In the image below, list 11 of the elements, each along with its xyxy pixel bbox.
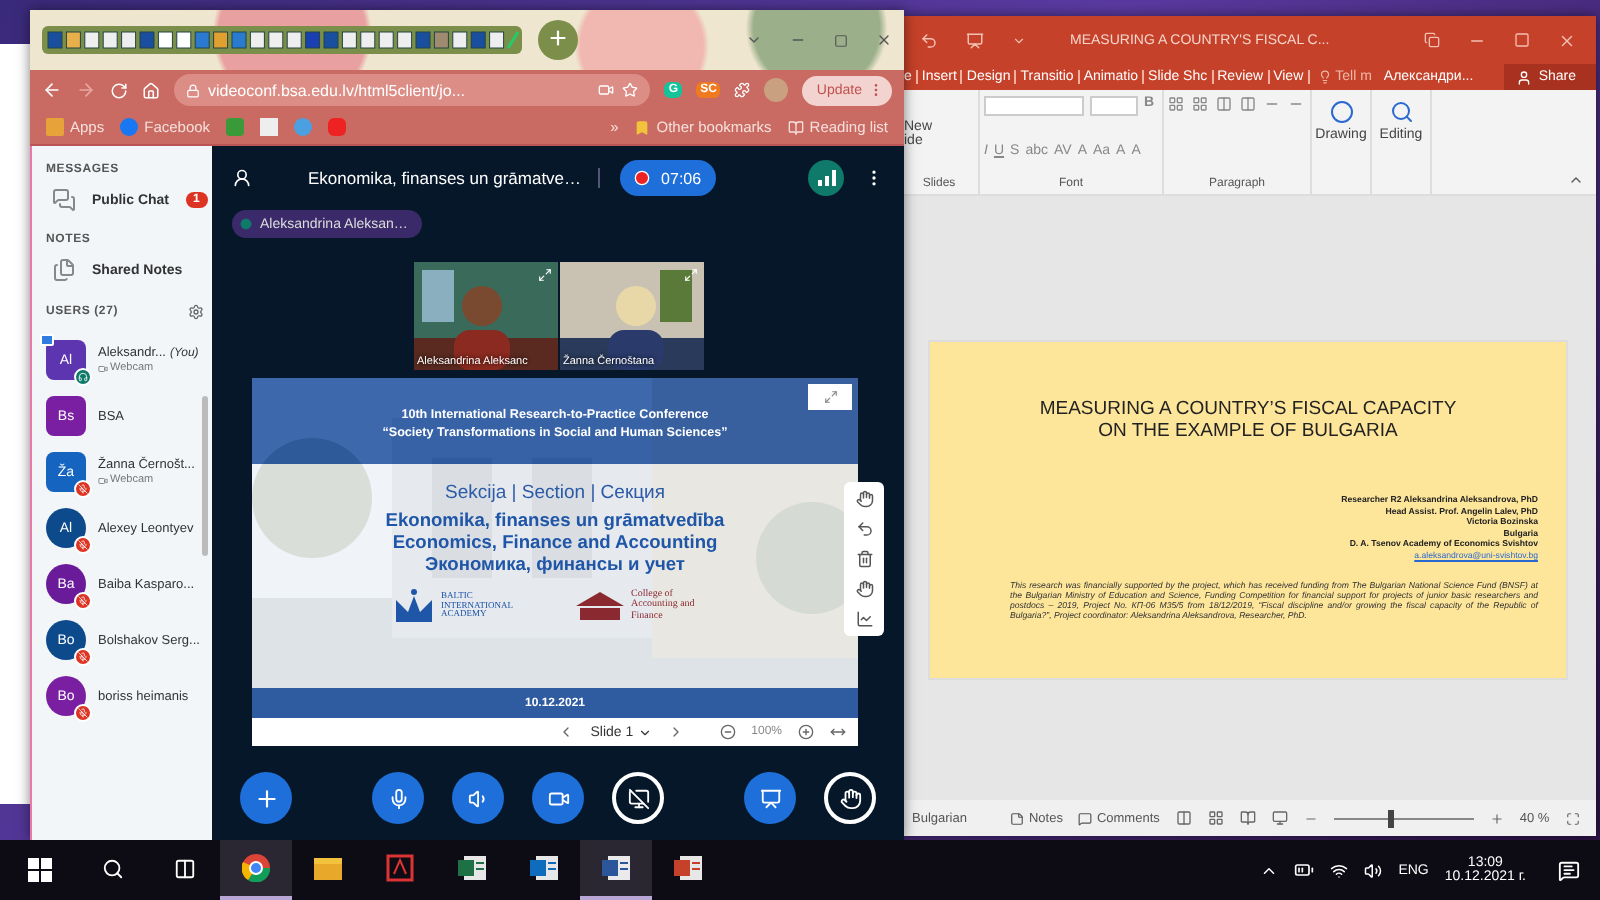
section-title: Экономика, финансы и учет xyxy=(425,554,685,574)
recording-indicator[interactable]: 07:06 xyxy=(619,160,716,196)
new-tab-button[interactable]: + xyxy=(538,20,578,60)
section-label: Sekcija | Section | Секция xyxy=(445,482,665,504)
section-title: Economics, Finance and Accounting xyxy=(392,532,718,552)
url-text: videoconf.bsa.edu.lv/html5client/jo... xyxy=(208,81,468,99)
slide-title: ON THE EXAMPLE OF BULGARIA xyxy=(1098,420,1398,442)
section-title: Ekonomika, finanses un grāmatvedība xyxy=(385,510,725,530)
meeting-title: Ekonomika, finanses un grāmatve… xyxy=(308,168,600,188)
address-bar[interactable]: videoconf.bsa.edu.lv/html5client/jo... xyxy=(174,74,651,106)
slide-title: MEASURING A COUNTRY’S FISCAL CAPACITY xyxy=(1039,398,1457,420)
